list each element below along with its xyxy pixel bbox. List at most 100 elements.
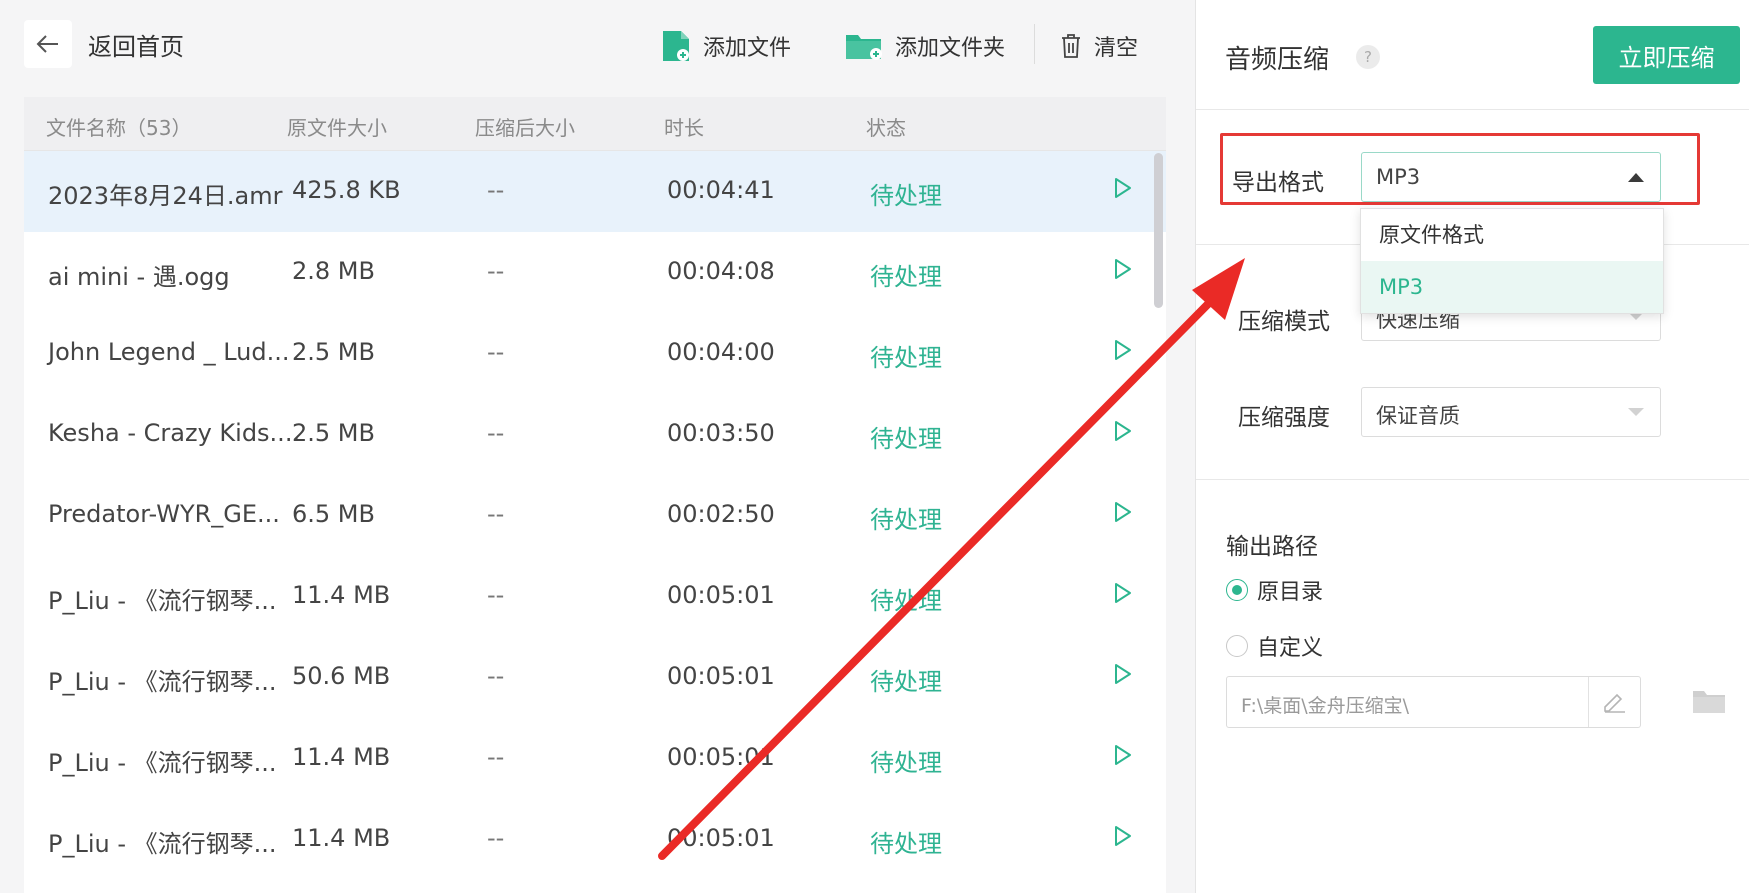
- cell-orig-size: 2.5 MB: [292, 419, 375, 447]
- mode-label: 压缩模式: [1238, 309, 1330, 335]
- browse-folder-button[interactable]: [1692, 688, 1726, 718]
- cell-comp-size: --: [487, 257, 505, 285]
- cell-status: 待处理: [870, 587, 942, 615]
- settings-panel: 音频压缩 ? 立即压缩 导出格式 MP3 原文件格式 MP3 压缩模式 快速压缩…: [1195, 0, 1749, 893]
- table-row[interactable]: John Legend _ Lud... 2.5 MB -- 00:04:00 待处理: [24, 313, 1166, 394]
- cell-name: P_Liu - 《流行钢琴...: [48, 587, 277, 615]
- cell-status: 待处理: [870, 344, 942, 372]
- table-body: 2023年8月24日.amr 425.8 KB -- 00:04:41 待处理 ai mi…: [24, 151, 1166, 880]
- cell-comp-size: --: [487, 824, 505, 852]
- cell-duration: 00:04:41: [667, 176, 775, 204]
- play-icon[interactable]: [1114, 744, 1132, 772]
- scrollbar[interactable]: [1154, 153, 1163, 308]
- cell-comp-size: --: [487, 581, 505, 609]
- output-path-label: 输出路径: [1226, 534, 1318, 560]
- play-icon[interactable]: [1114, 258, 1132, 286]
- cell-comp-size: --: [487, 338, 505, 366]
- play-icon[interactable]: [1114, 420, 1132, 448]
- cell-comp-size: --: [487, 176, 505, 204]
- toolbar-divider: [1034, 24, 1035, 64]
- cell-duration: 00:05:01: [667, 743, 775, 771]
- radio-checked-icon: [1226, 579, 1248, 601]
- table-row[interactable]: Kesha - Crazy Kids.... 2.5 MB -- 00:03:50 待处…: [24, 394, 1166, 475]
- compress-now-button[interactable]: 立即压缩: [1593, 26, 1740, 84]
- table-row[interactable]: P_Liu - 《流行钢琴... 11.4 MB -- 00:05:01 待处理: [24, 799, 1166, 880]
- cell-duration: 00:04:08: [667, 257, 775, 285]
- highlight-box: [1220, 133, 1700, 205]
- folder-icon: [1693, 691, 1725, 713]
- table-row[interactable]: P_Liu - 《流行钢琴... 50.6 MB -- 00:05:01 待处理: [24, 637, 1166, 718]
- table-row[interactable]: 2023年8月24日.amr 425.8 KB -- 00:04:41 待处理: [24, 151, 1166, 232]
- file-table: 文件名称（53） 原文件大小 压缩后大小 时长 状态 2023年8月24日.am…: [24, 97, 1166, 893]
- table-row[interactable]: ai mini - 遇.ogg 2.8 MB -- 00:04:08 待处理: [24, 232, 1166, 313]
- cell-duration: 00:02:50: [667, 500, 775, 528]
- format-option-mp3[interactable]: MP3: [1361, 261, 1663, 313]
- header-status: 状态: [866, 116, 906, 140]
- back-home-label: 返回首页: [88, 32, 184, 61]
- cell-comp-size: --: [487, 500, 505, 528]
- divider: [1196, 479, 1749, 480]
- table-row[interactable]: Predator-WYR_GE... 6.5 MB -- 00:02:50 待处理: [24, 475, 1166, 556]
- table-header: 文件名称（53） 原文件大小 压缩后大小 时长 状态: [24, 97, 1166, 151]
- cell-orig-size: 50.6 MB: [292, 662, 391, 690]
- cell-name: 2023年8月24日.amr: [48, 182, 283, 210]
- edit-path-button[interactable]: [1588, 677, 1640, 727]
- cell-name: P_Liu - 《流行钢琴...: [48, 749, 277, 777]
- cell-name: Predator-WYR_GE...: [48, 500, 280, 528]
- cell-orig-size: 425.8 KB: [292, 176, 401, 204]
- play-icon[interactable]: [1114, 825, 1132, 853]
- add-folder-icon: [846, 35, 882, 60]
- strength-label: 压缩强度: [1238, 405, 1330, 431]
- cell-duration: 00:04:00: [667, 338, 775, 366]
- output-path-field[interactable]: F:\桌面\金舟压缩宝\: [1226, 676, 1641, 728]
- cell-status: 待处理: [870, 263, 942, 291]
- cell-duration: 00:03:50: [667, 419, 775, 447]
- play-icon[interactable]: [1114, 582, 1132, 610]
- cell-duration: 00:05:01: [667, 662, 775, 690]
- radio-original-label: 原目录: [1257, 580, 1324, 605]
- pencil-icon: [1603, 693, 1625, 713]
- strength-select[interactable]: 保证音质: [1361, 387, 1661, 437]
- clear-button[interactable]: 清空: [1060, 26, 1138, 66]
- table-row[interactable]: P_Liu - 《流行钢琴... 11.4 MB -- 00:05:01 待处理: [24, 556, 1166, 637]
- toolbar: 返回首页 添加文件 添加文件夹 清空: [0, 0, 1195, 95]
- radio-custom-dir[interactable]: 自定义: [1226, 631, 1323, 661]
- cell-name: ai mini - 遇.ogg: [48, 263, 230, 291]
- cell-status: 待处理: [870, 830, 942, 858]
- cell-orig-size: 2.8 MB: [292, 257, 375, 285]
- header-orig-size[interactable]: 原文件大小: [287, 112, 387, 141]
- caret-down-icon: [1628, 408, 1644, 416]
- clear-label: 清空: [1094, 36, 1139, 61]
- cell-comp-size: --: [487, 743, 505, 771]
- add-folder-button[interactable]: 添加文件夹: [845, 26, 1005, 66]
- format-dropdown: 原文件格式 MP3: [1360, 208, 1664, 314]
- cell-name: P_Liu - 《流行钢琴...: [48, 830, 277, 858]
- play-icon[interactable]: [1114, 177, 1132, 205]
- trash-icon: [1062, 34, 1080, 58]
- play-icon[interactable]: [1114, 501, 1132, 529]
- play-icon[interactable]: [1114, 663, 1132, 691]
- add-file-label: 添加文件: [703, 36, 792, 61]
- back-arrow-icon: [24, 20, 72, 68]
- cell-status: 待处理: [870, 749, 942, 777]
- add-file-icon: [663, 31, 689, 61]
- header-name[interactable]: 文件名称（53）: [46, 112, 191, 141]
- add-file-button[interactable]: 添加文件: [661, 26, 791, 66]
- format-option-original[interactable]: 原文件格式: [1361, 209, 1663, 261]
- radio-custom-label: 自定义: [1257, 636, 1324, 661]
- back-home-button[interactable]: 返回首页: [24, 20, 184, 68]
- settings-title: 音频压缩: [1225, 45, 1330, 75]
- cell-name: P_Liu - 《流行钢琴...: [48, 668, 277, 696]
- header-comp-size[interactable]: 压缩后大小: [475, 112, 575, 141]
- cell-orig-size: 11.4 MB: [292, 581, 391, 609]
- cell-name: Kesha - Crazy Kids....: [48, 419, 301, 447]
- cell-comp-size: --: [487, 419, 505, 447]
- cell-orig-size: 6.5 MB: [292, 500, 375, 528]
- cell-name: John Legend _ Lud...: [48, 338, 290, 366]
- cell-orig-size: 2.5 MB: [292, 338, 375, 366]
- radio-original-dir[interactable]: 原目录: [1226, 575, 1323, 605]
- help-icon[interactable]: ?: [1356, 45, 1380, 69]
- header-duration[interactable]: 时长: [664, 112, 704, 141]
- play-icon[interactable]: [1114, 339, 1132, 367]
- table-row[interactable]: P_Liu - 《流行钢琴... 11.4 MB -- 00:05:01 待处理: [24, 718, 1166, 799]
